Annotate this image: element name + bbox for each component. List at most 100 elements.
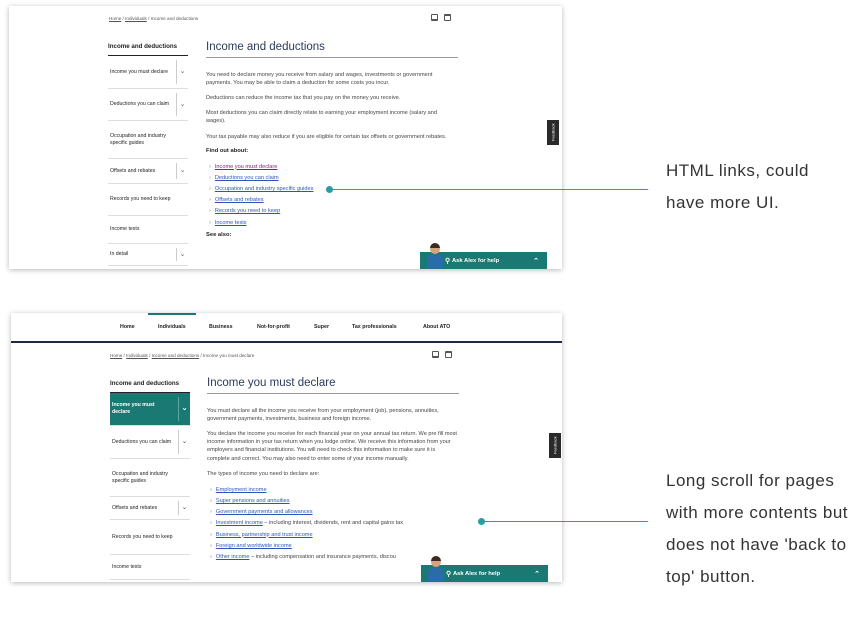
side-nav-item[interactable]: Income you must declare ⌄	[108, 56, 188, 89]
body-paragraph: The types of income you need to declare …	[207, 470, 320, 477]
chevron-down-icon[interactable]: ⌄	[176, 248, 188, 261]
find-out-links: › Income you must declare › Deductions you …	[206, 162, 458, 229]
feedback-tab[interactable]: Feedback	[547, 120, 559, 145]
ask-alex-label: Ask Alex for help	[452, 257, 500, 264]
topnav-item[interactable]: Super	[314, 313, 329, 341]
side-nav-item-label: In detail	[110, 251, 129, 258]
content-link[interactable]: Other income	[216, 554, 250, 560]
list-item: › Business, partnership and trust income	[207, 530, 459, 541]
topnav-item[interactable]: Business	[209, 313, 233, 341]
list-item: › Other income – including compensation a…	[207, 552, 459, 563]
side-nav-item[interactable]: Occupation and industry specific guides	[110, 459, 190, 497]
content-link[interactable]: Income you must declare	[215, 164, 278, 170]
body-paragraph: You must declare all the income you rece…	[207, 408, 439, 423]
list-item: › Offsets and rebates	[206, 195, 458, 206]
side-nav-item[interactable]: Income tests	[110, 555, 190, 580]
side-nav-item[interactable]: Deductions you can claim ⌄	[110, 426, 190, 459]
breadcrumb: Home / Individuals / Income and deductio…	[109, 16, 199, 21]
side-nav-item-label: Occupation and industry specific guides	[110, 132, 166, 146]
body-paragraph: Deductions can reduce the income tax tha…	[206, 95, 401, 102]
content-link[interactable]: Government payments and allowances	[216, 509, 313, 515]
topnav-item[interactable]: Individuals	[148, 313, 196, 341]
breadcrumb-home[interactable]: Home	[109, 16, 121, 21]
feedback-tab[interactable]: Feedback	[549, 433, 561, 458]
content-link[interactable]: Offsets and rebates	[215, 197, 264, 203]
chevron-right-icon: ›	[209, 186, 211, 193]
list-item: › Super pensions and annuities	[207, 496, 459, 507]
chevron-down-icon[interactable]: ⌄	[178, 397, 190, 421]
breadcrumb-individuals[interactable]: Individuals	[125, 16, 147, 21]
screenshot-income-you-must-declare: Home Individuals Business Not-for-profit Sup…	[11, 313, 562, 582]
save-icon[interactable]	[432, 351, 439, 358]
chevron-down-icon[interactable]: ⌄	[178, 501, 190, 515]
list-item: › Government payments and allowances	[207, 507, 459, 518]
topnav-item[interactable]: About ATO	[423, 313, 450, 341]
kite-icon: ⚲	[445, 257, 451, 265]
page-title: Income you must declare	[207, 377, 459, 394]
breadcrumb-parent[interactable]: Income and deductions	[152, 353, 200, 358]
chevron-right-icon: ›	[210, 497, 212, 504]
side-nav-item[interactable]: In detail ⌄	[108, 244, 188, 266]
chevron-up-icon[interactable]: ⌃	[533, 257, 539, 265]
chevron-right-icon: ›	[210, 520, 212, 527]
side-nav-item-label: Income tests	[110, 226, 140, 233]
annotation-line-1	[330, 189, 648, 190]
breadcrumb: Home / Individuals / Income and deductio…	[110, 353, 255, 358]
body-paragraph: Your tax payable may also reduce if you …	[206, 133, 447, 140]
content-link[interactable]: Business, partnership and trust income	[216, 532, 313, 538]
side-nav-item[interactable]: Records you need to keep	[110, 520, 190, 555]
chevron-right-icon: ›	[210, 553, 212, 560]
annotation-text-2: Long scroll for pages with more contents…	[666, 471, 849, 586]
side-navigation: Income and deductions Income you must de…	[108, 43, 188, 266]
list-item: › Income you must declare	[206, 162, 458, 173]
body-paragraph: You need to declare money you receive fr…	[206, 72, 433, 87]
side-nav-item[interactable]: Occupation and industry specific guides	[108, 121, 188, 159]
annotation-line-2	[482, 521, 648, 522]
see-also-heading: See also:	[206, 231, 232, 238]
chevron-down-icon[interactable]: ⌄	[176, 163, 188, 179]
chevron-down-icon[interactable]: ⌄	[176, 93, 188, 116]
list-item: › Investment income – including interest,…	[207, 518, 459, 529]
side-nav-item[interactable]: Income you must declare ⌄	[110, 393, 190, 426]
alex-avatar	[428, 556, 444, 582]
content-link[interactable]: Foreign and worldwide income	[216, 543, 292, 549]
chevron-right-icon: ›	[209, 208, 211, 215]
link-description: – including compensation and insurance p…	[249, 553, 396, 560]
list-item: › Income tests	[206, 218, 458, 229]
side-nav-item[interactable]: Deductions you can claim ⌄	[108, 89, 188, 121]
content-link[interactable]: Occupation and industry specific guides	[215, 186, 314, 192]
breadcrumb-individuals[interactable]: Individuals	[126, 353, 148, 358]
breadcrumb-current: Income and deductions	[150, 16, 199, 21]
topnav-item[interactable]: Tax professionals	[352, 313, 397, 341]
topnav-item[interactable]: Not-for-profit	[257, 313, 290, 341]
save-icon[interactable]	[431, 14, 438, 21]
chevron-up-icon[interactable]: ⌃	[534, 570, 540, 578]
chevron-down-icon[interactable]: ⌄	[176, 60, 188, 84]
topnav-item[interactable]: Home	[120, 313, 135, 341]
content-link[interactable]: Employment income	[216, 487, 267, 493]
content-link[interactable]: Records you need to keep	[215, 208, 280, 214]
ask-alex-label: Ask Alex for help	[453, 570, 501, 577]
print-icon[interactable]	[445, 351, 452, 358]
chevron-right-icon: ›	[209, 197, 211, 204]
list-item: › Foreign and worldwide income	[207, 541, 459, 552]
breadcrumb-home[interactable]: Home	[110, 353, 122, 358]
content-link[interactable]: Deductions you can claim	[215, 175, 279, 181]
income-type-links: › Employment income › Super pensions and an…	[207, 485, 459, 563]
side-nav-item[interactable]: Offsets and rebates ⌄	[108, 159, 188, 184]
kite-icon: ⚲	[446, 570, 452, 578]
ask-alex-bar[interactable]: ⚲ Ask Alex for help ⌃	[421, 556, 548, 582]
chevron-right-icon: ›	[209, 163, 211, 170]
side-nav-item[interactable]: Records you need to keep	[108, 184, 188, 216]
ask-alex-bar[interactable]: ⚲ Ask Alex for help ⌃	[420, 243, 547, 269]
chevron-right-icon: ›	[209, 219, 211, 226]
link-description: – including interest, dividends, rent an…	[262, 520, 404, 527]
side-nav-item[interactable]: Offsets and rebates ⌄	[110, 497, 190, 520]
side-nav-item-label: Income tests	[112, 563, 142, 570]
chevron-down-icon[interactable]: ⌄	[178, 430, 190, 454]
side-nav-item[interactable]: Income tests	[108, 216, 188, 244]
content-link[interactable]: Investment income	[216, 520, 263, 526]
print-icon[interactable]	[444, 14, 451, 21]
content-link[interactable]: Income tests	[215, 220, 247, 226]
content-link[interactable]: Super pensions and annuities	[216, 498, 290, 504]
